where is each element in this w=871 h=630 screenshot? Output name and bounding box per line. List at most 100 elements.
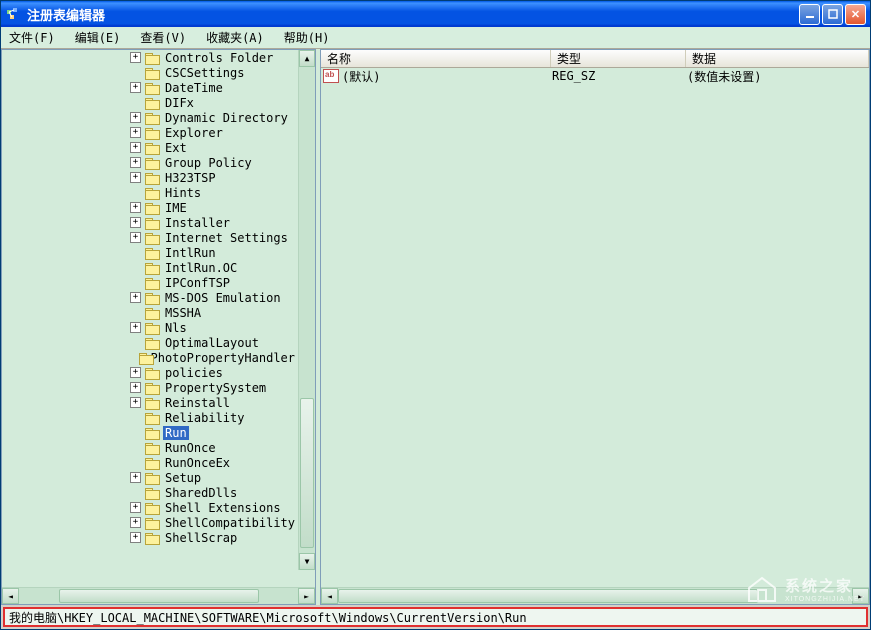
expand-icon[interactable]: + bbox=[130, 367, 141, 378]
tree-item[interactable]: +Group Policy bbox=[2, 155, 297, 170]
folder-icon bbox=[145, 232, 160, 244]
column-type[interactable]: 类型 bbox=[551, 50, 686, 67]
no-expander bbox=[130, 412, 141, 423]
tree-item[interactable]: CSCSettings bbox=[2, 65, 297, 80]
scroll-left-arrow[interactable]: ◄ bbox=[321, 588, 338, 604]
tree-item-label: MSSHA bbox=[163, 306, 203, 320]
expand-icon[interactable]: + bbox=[130, 517, 141, 528]
scroll-down-arrow[interactable]: ▼ bbox=[299, 553, 315, 570]
menu-view[interactable]: 查看(V) bbox=[136, 27, 190, 48]
folder-icon bbox=[145, 382, 160, 394]
scroll-right-arrow[interactable]: ► bbox=[852, 588, 869, 604]
menu-file[interactable]: 文件(F) bbox=[5, 27, 59, 48]
tree-item[interactable]: SharedDlls bbox=[2, 485, 297, 500]
tree-item[interactable]: +DateTime bbox=[2, 80, 297, 95]
tree-item[interactable]: Reliability bbox=[2, 410, 297, 425]
tree-item[interactable]: +Internet Settings bbox=[2, 230, 297, 245]
expand-icon[interactable]: + bbox=[130, 382, 141, 393]
expand-icon[interactable]: + bbox=[130, 472, 141, 483]
expand-icon[interactable]: + bbox=[130, 157, 141, 168]
title-bar[interactable]: 注册表编辑器 ✕ bbox=[1, 1, 870, 27]
scroll-left-arrow[interactable]: ◄ bbox=[2, 588, 19, 604]
tree-item[interactable]: +Reinstall bbox=[2, 395, 297, 410]
maximize-button[interactable] bbox=[822, 4, 843, 25]
tree-item[interactable]: +policies bbox=[2, 365, 297, 380]
folder-icon bbox=[145, 127, 160, 139]
tree-item[interactable]: +PropertySystem bbox=[2, 380, 297, 395]
tree-item[interactable]: +MS-DOS Emulation bbox=[2, 290, 297, 305]
tree-vertical-scrollbar[interactable]: ▲ ▼ bbox=[298, 50, 315, 570]
menu-help[interactable]: 帮助(H) bbox=[280, 27, 334, 48]
tree-item[interactable]: IntlRun bbox=[2, 245, 297, 260]
content-area: +Controls FolderCSCSettings+DateTimeDIFx… bbox=[1, 49, 870, 605]
minimize-button[interactable] bbox=[799, 4, 820, 25]
scroll-up-arrow[interactable]: ▲ bbox=[299, 50, 315, 67]
hscroll-thumb[interactable] bbox=[59, 589, 259, 603]
tree-item[interactable]: OptimalLayout bbox=[2, 335, 297, 350]
tree-item-label: H323TSP bbox=[163, 171, 218, 185]
expand-icon[interactable]: + bbox=[130, 202, 141, 213]
tree-item[interactable]: +Installer bbox=[2, 215, 297, 230]
tree-item[interactable]: MSSHA bbox=[2, 305, 297, 320]
tree-item[interactable]: +Controls Folder bbox=[2, 50, 297, 65]
tree-item[interactable]: IntlRun.OC bbox=[2, 260, 297, 275]
tree-item-label: DIFx bbox=[163, 96, 196, 110]
tree-item-label: IntlRun bbox=[163, 246, 218, 260]
no-expander bbox=[130, 97, 141, 108]
folder-icon bbox=[145, 172, 160, 184]
tree-item[interactable]: + H323TSP bbox=[2, 170, 297, 185]
menu-edit[interactable]: 编辑(E) bbox=[71, 27, 125, 48]
tree-item[interactable]: Hints bbox=[2, 185, 297, 200]
tree-viewport[interactable]: +Controls FolderCSCSettings+DateTimeDIFx… bbox=[2, 50, 315, 587]
scroll-right-arrow[interactable]: ► bbox=[298, 588, 315, 604]
tree-item[interactable]: PhotoPropertyHandler bbox=[2, 350, 297, 365]
tree-item[interactable]: +Nls bbox=[2, 320, 297, 335]
column-data[interactable]: 数据 bbox=[686, 50, 869, 67]
tree-item-label: Reliability bbox=[163, 411, 246, 425]
tree-horizontal-scrollbar[interactable]: ◄ ► bbox=[2, 587, 315, 604]
no-expander bbox=[130, 427, 141, 438]
tree-item[interactable]: +Ext bbox=[2, 140, 297, 155]
no-expander bbox=[130, 247, 141, 258]
tree-item[interactable]: +ShellCompatibility bbox=[2, 515, 297, 530]
values-horizontal-scrollbar[interactable]: ◄ ► bbox=[321, 587, 869, 604]
expand-icon[interactable]: + bbox=[130, 397, 141, 408]
folder-icon bbox=[145, 412, 160, 424]
tree-item[interactable]: RunOnce bbox=[2, 440, 297, 455]
value-row[interactable]: (默认)REG_SZ(数值未设置) bbox=[321, 68, 869, 84]
hscroll-thumb[interactable] bbox=[338, 589, 758, 603]
hscroll-track[interactable] bbox=[19, 588, 298, 604]
expand-icon[interactable]: + bbox=[130, 502, 141, 513]
tree-item[interactable]: IPConfTSP bbox=[2, 275, 297, 290]
expand-icon[interactable]: + bbox=[130, 52, 141, 63]
tree-item-label: IME bbox=[163, 201, 189, 215]
vscroll-thumb[interactable] bbox=[300, 398, 314, 548]
expand-icon[interactable]: + bbox=[130, 232, 141, 243]
tree-item[interactable]: RunOnceEx bbox=[2, 455, 297, 470]
tree-item[interactable]: +Dynamic Directory bbox=[2, 110, 297, 125]
tree-item[interactable]: +Shell Extensions bbox=[2, 500, 297, 515]
column-name[interactable]: 名称 bbox=[321, 50, 551, 67]
tree-item[interactable]: +Explorer bbox=[2, 125, 297, 140]
tree-item[interactable]: + IME bbox=[2, 200, 297, 215]
expand-icon[interactable]: + bbox=[130, 82, 141, 93]
values-list[interactable]: (默认)REG_SZ(数值未设置) bbox=[321, 68, 869, 587]
expand-icon[interactable]: + bbox=[130, 217, 141, 228]
expand-icon[interactable]: + bbox=[130, 142, 141, 153]
expand-icon[interactable]: + bbox=[130, 112, 141, 123]
expand-icon[interactable]: + bbox=[130, 322, 141, 333]
expand-icon[interactable]: + bbox=[130, 532, 141, 543]
close-button[interactable]: ✕ bbox=[845, 4, 866, 25]
no-expander bbox=[130, 262, 141, 273]
window-controls: ✕ bbox=[799, 4, 866, 25]
folder-icon bbox=[145, 337, 160, 349]
tree-item[interactable]: DIFx bbox=[2, 95, 297, 110]
expand-icon[interactable]: + bbox=[130, 127, 141, 138]
menu-favorites[interactable]: 收藏夹(A) bbox=[202, 27, 268, 48]
expand-icon[interactable]: + bbox=[130, 172, 141, 183]
tree-item[interactable]: Run bbox=[2, 425, 297, 440]
tree-item[interactable]: +ShellScrap bbox=[2, 530, 297, 545]
expand-icon[interactable]: + bbox=[130, 292, 141, 303]
hscroll-track[interactable] bbox=[338, 588, 852, 604]
tree-item[interactable]: +Setup bbox=[2, 470, 297, 485]
